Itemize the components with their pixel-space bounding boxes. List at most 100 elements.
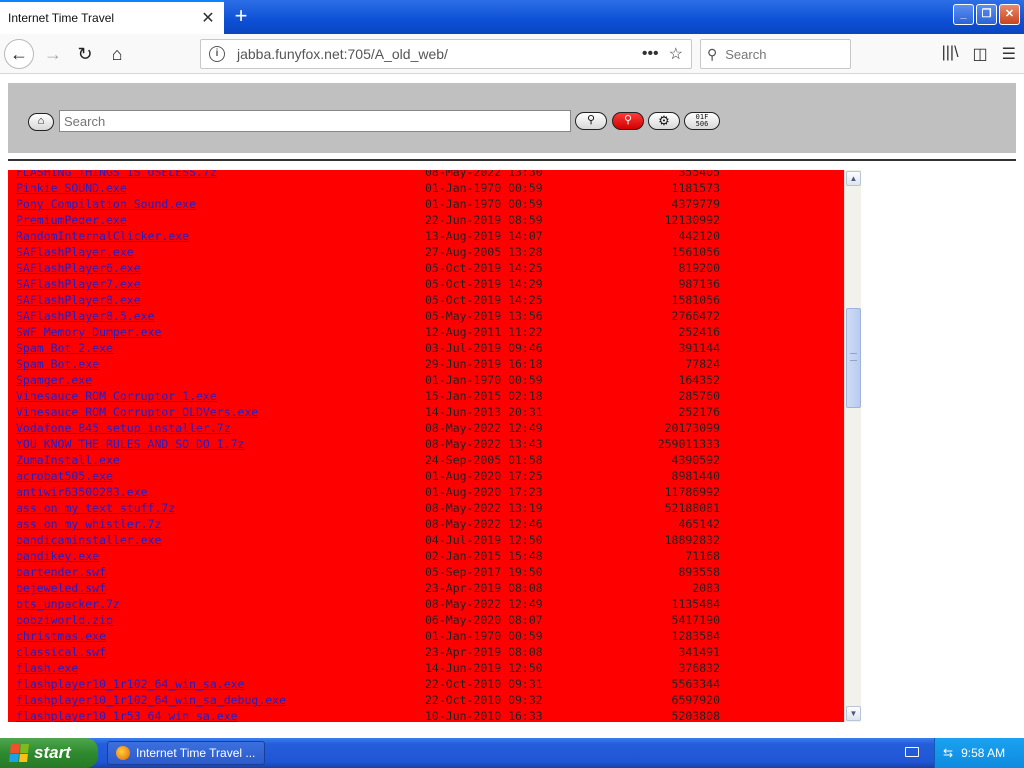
file-date: 08-May-2022 12:49 xyxy=(425,597,543,611)
tab-close-icon[interactable]: ✕ xyxy=(200,8,216,28)
file-size: 8981440 xyxy=(671,469,720,483)
start-button[interactable]: start xyxy=(0,738,98,768)
binary-button[interactable]: 01F 506 xyxy=(684,112,720,130)
file-link[interactable]: acrobat505.exe xyxy=(16,468,113,484)
file-listing[interactable]: FLASHING THINGS IS USELESS.7z 08-May-2022… xyxy=(8,170,844,722)
file-link[interactable]: ZumaInstall.exe xyxy=(16,452,120,468)
file-link[interactable]: bejeweled.swf xyxy=(16,580,106,596)
url-bar[interactable]: i jabba.funyfox.net:705/A_old_web/ ••• ☆ xyxy=(200,39,692,69)
file-size: 71168 xyxy=(685,549,720,563)
file-link[interactable]: classical.swf xyxy=(16,644,106,660)
page-search-input[interactable] xyxy=(59,110,571,132)
search-button[interactable]: ⚲ xyxy=(575,112,607,130)
file-row: bejeweled.swf 23-Apr-2019 08:08 2083 xyxy=(8,580,844,596)
page-actions-icon[interactable]: ••• xyxy=(642,45,659,63)
file-date: 23-Apr-2019 08:08 xyxy=(425,645,543,659)
file-row: ass on my whistler.7z 08-May-2022 12:46 46… xyxy=(8,516,844,532)
file-row: Spam Bot.exe 29-Jun-2019 16:18 77824 xyxy=(8,356,844,372)
browser-search-box[interactable]: ⚲ Search xyxy=(700,39,851,69)
file-link[interactable]: Vinesauce ROM Corruptor OLDVers.exe xyxy=(16,404,258,420)
url-text[interactable]: jabba.funyfox.net:705/A_old_web/ xyxy=(237,46,642,62)
file-link[interactable]: SAFlashPlayer6.exe xyxy=(16,260,141,276)
home-button[interactable]: ⌂ xyxy=(102,39,132,69)
file-link[interactable]: bandikey.exe xyxy=(16,548,99,564)
file-size: 465142 xyxy=(678,517,720,531)
new-tab-button[interactable]: + xyxy=(228,4,254,30)
bookmark-star-icon[interactable]: ☆ xyxy=(669,44,683,64)
hamburger-menu-icon[interactable]: ☰ xyxy=(1002,44,1016,64)
file-link[interactable]: SAFlashPlayer7.exe xyxy=(16,276,141,292)
file-link[interactable]: Spamger.exe xyxy=(16,372,92,388)
file-link[interactable]: Spam Bot 2.exe xyxy=(16,340,113,356)
file-link[interactable]: flashplayer10_1r102_64_win_sa_debug.exe xyxy=(16,692,286,708)
file-link[interactable]: Spam Bot.exe xyxy=(16,356,99,372)
scroll-up-arrow-icon[interactable]: ▲ xyxy=(846,171,861,186)
reload-button[interactable]: ↻ xyxy=(70,39,100,69)
library-icon[interactable]: |||\ xyxy=(942,44,959,64)
file-link[interactable]: PremiumPeder.exe xyxy=(16,212,127,228)
file-link[interactable]: ass on my text stuff.7z xyxy=(16,500,175,516)
file-date: 14-Jun-2019 12:50 xyxy=(425,661,543,675)
navigation-bar: ← → ↻ ⌂ i jabba.funyfox.net:705/A_old_we… xyxy=(0,34,1024,74)
file-link[interactable]: christmas.exe xyxy=(16,628,106,644)
red-search-button[interactable]: ⚲ xyxy=(612,112,644,130)
file-date: 03-Jul-2019 09:46 xyxy=(425,341,543,355)
file-size: 18892832 xyxy=(664,533,720,547)
file-link[interactable]: bts_unpacker.7z xyxy=(16,596,120,612)
maximize-button[interactable]: ❐ xyxy=(976,4,997,25)
file-date: 05-Oct-2019 14:25 xyxy=(425,293,543,307)
file-row: Spam Bot 2.exe 03-Jul-2019 09:46 391144 xyxy=(8,340,844,356)
file-link[interactable]: flash.exe xyxy=(16,660,78,676)
taskbar-item-firefox[interactable]: Internet Time Travel ... xyxy=(107,741,265,765)
file-date: 10-Jun-2010 16:33 xyxy=(425,709,543,722)
file-link[interactable]: bartender.swf xyxy=(16,564,106,580)
file-link[interactable]: RandomInternalClicker.exe xyxy=(16,228,189,244)
close-window-button[interactable]: ✕ xyxy=(999,4,1020,25)
tab-internet-time-travel[interactable]: Internet Time Travel ✕ xyxy=(0,0,224,34)
page-home-button[interactable]: ⌂ xyxy=(28,113,54,131)
network-icon[interactable]: ⇆ xyxy=(943,746,953,760)
file-link[interactable]: flashplayer10_1r102_64_win_sa.exe xyxy=(16,676,244,692)
info-icon[interactable]: i xyxy=(209,46,225,62)
file-link[interactable]: SAFlashPlayer.exe xyxy=(16,244,134,260)
file-link[interactable]: SWF Memory Dumper.exe xyxy=(16,324,161,340)
file-size: 1561056 xyxy=(671,245,720,259)
file-link[interactable]: SAFlashPlayer8.5.exe xyxy=(16,308,154,324)
file-row: acrobat505.exe 01-Aug-2020 17:25 8981440 xyxy=(8,468,844,484)
file-row: Spamger.exe 01-Jan-1970 00:59 164352 xyxy=(8,372,844,388)
file-link[interactable]: bobziworld.zip xyxy=(16,612,113,628)
file-link[interactable]: flashplayer10_1r53_64_win_sa.exe xyxy=(16,708,238,722)
file-link[interactable]: FLASHING THINGS IS USELESS.7z xyxy=(16,170,217,180)
settings-button[interactable]: ⚙ xyxy=(648,112,680,130)
file-link[interactable]: Vodafone 845 setup installer.7z xyxy=(16,420,231,436)
keyboard-icon[interactable] xyxy=(905,747,919,757)
file-row: flashplayer10_1r102_64_win_sa.exe 22-Oct-… xyxy=(8,676,844,692)
taskbar: start Internet Time Travel ... ⇆ 9:58 AM xyxy=(0,738,1024,768)
file-size: 164352 xyxy=(678,373,720,387)
file-row: christmas.exe 01-Jan-1970 00:59 1283584 xyxy=(8,628,844,644)
scroll-thumb[interactable] xyxy=(846,308,861,408)
clock[interactable]: 9:58 AM xyxy=(961,746,1005,760)
firefox-icon xyxy=(116,746,130,760)
browser-titlebar: Internet Time Travel ✕ + _ ❐ ✕ xyxy=(0,0,1024,34)
file-size: 12130992 xyxy=(664,213,720,227)
file-link[interactable]: antiwir63500283.exe xyxy=(16,484,148,500)
file-link[interactable]: ass on my whistler.7z xyxy=(16,516,161,532)
file-size: 1581056 xyxy=(671,293,720,307)
file-link[interactable]: Pony Compilation Sound.exe xyxy=(16,196,196,212)
file-date: 01-Jan-1970 00:59 xyxy=(425,181,543,195)
file-size: 391144 xyxy=(678,341,720,355)
sidebar-icon[interactable]: ◫ xyxy=(973,44,988,64)
file-link[interactable]: YOU KNOW THE RULES AND SO DO I.7z xyxy=(16,436,244,452)
vertical-scrollbar[interactable]: ▲ ▼ xyxy=(844,170,861,722)
file-link[interactable]: bandicaminstaller.exe xyxy=(16,532,161,548)
page-content: ⌂ ⚲ ⚲ ⚙ 01F 506 FLASHING THINGS IS USELE… xyxy=(0,75,1024,738)
file-row: SAFlashPlayer8.5.exe 05-May-2019 13:56 276… xyxy=(8,308,844,324)
scroll-down-arrow-icon[interactable]: ▼ xyxy=(846,706,861,721)
minimize-button[interactable]: _ xyxy=(953,4,974,25)
file-link[interactable]: SAFlashPlayer8.exe xyxy=(16,292,141,308)
file-link[interactable]: Vinesauce ROM Corruptor 1.exe xyxy=(16,388,217,404)
file-link[interactable]: Pinkie SOUND.exe xyxy=(16,180,127,196)
forward-button[interactable]: → xyxy=(38,39,68,69)
back-button[interactable]: ← xyxy=(4,39,34,69)
